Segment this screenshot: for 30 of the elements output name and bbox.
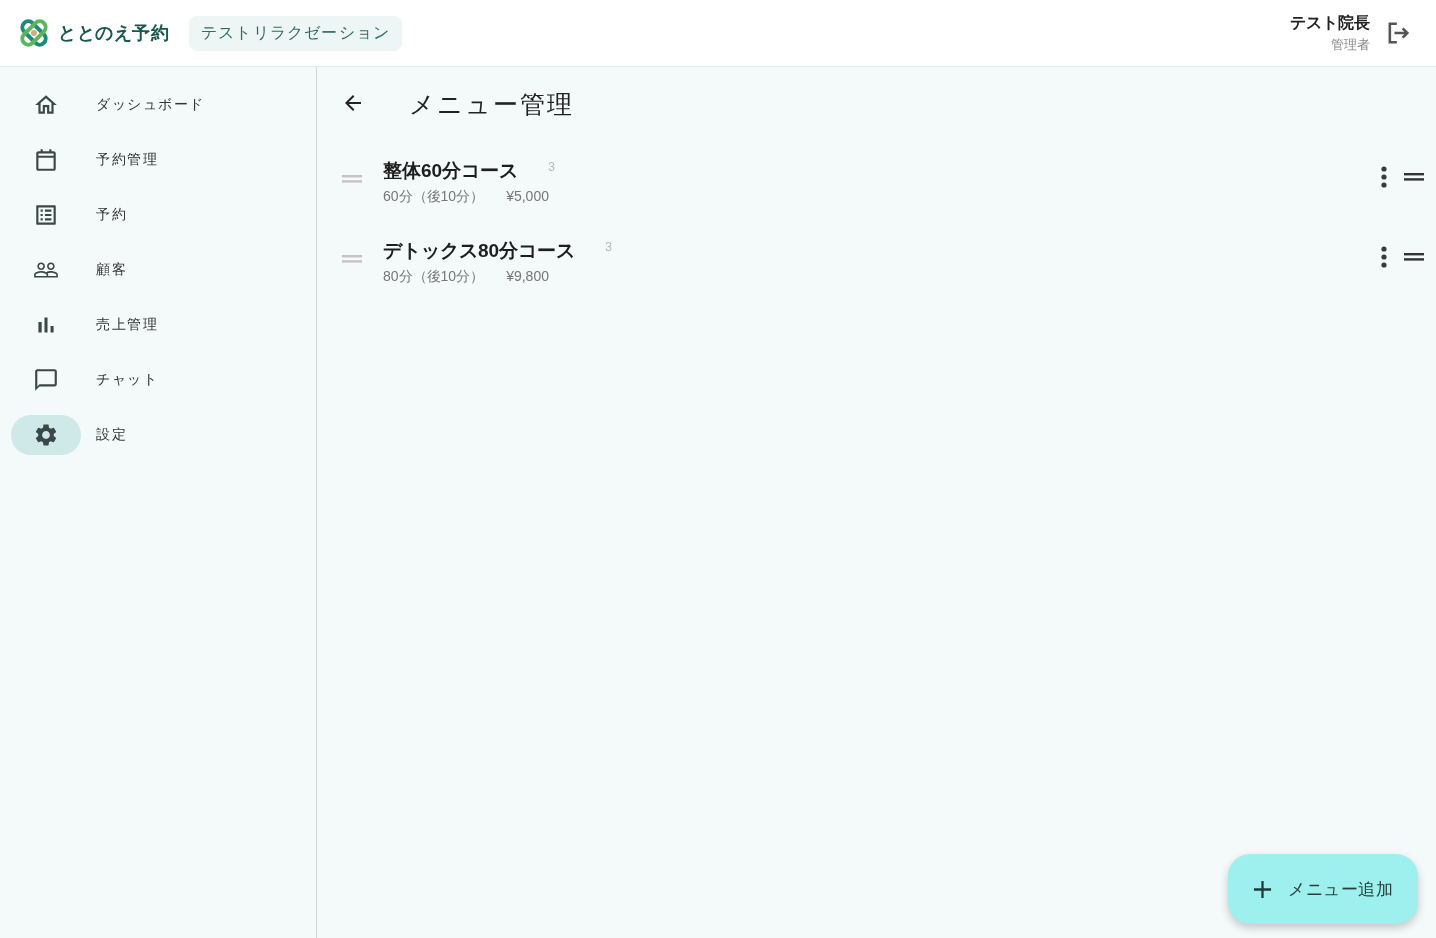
- more-vert-icon: [1381, 166, 1387, 188]
- page-title: メニュー管理: [409, 89, 574, 120]
- drag-handle-icon[interactable]: [1404, 173, 1424, 181]
- user-name: テスト院長: [1290, 13, 1370, 33]
- more-vert-icon: [1381, 246, 1387, 268]
- sidebar-item[interactable]: 設定: [0, 407, 316, 462]
- menu-title: デトックス80分コース: [383, 239, 576, 263]
- plus-icon: [1253, 879, 1272, 899]
- user-role: 管理者: [1331, 36, 1370, 54]
- drag-handle-icon[interactable]: [342, 255, 362, 263]
- drag-handle-icon[interactable]: [342, 175, 362, 183]
- sidebar-item[interactable]: 予約管理: [0, 132, 316, 187]
- menu-count: 3: [605, 239, 612, 255]
- menu-duration: 80分（後10分）: [383, 268, 485, 286]
- menu-title: 整体60分コース: [383, 159, 519, 183]
- more-button[interactable]: [1381, 166, 1387, 188]
- add-menu-button[interactable]: メニュー追加: [1228, 854, 1418, 924]
- shop-name-chip: テストリラクゼーション: [189, 15, 403, 51]
- drag-handle-icon[interactable]: [1404, 253, 1424, 261]
- logo-text: ととのえ予約: [58, 22, 169, 45]
- more-button[interactable]: [1381, 246, 1387, 268]
- sidebar-item[interactable]: 顧客: [0, 242, 316, 297]
- menu-duration: 60分（後10分）: [383, 188, 485, 206]
- sidebar-item[interactable]: チャット: [0, 352, 316, 407]
- sidebar-item[interactable]: 予約: [0, 187, 316, 242]
- menu-count: 3: [548, 159, 555, 175]
- sidebar-item[interactable]: ダッシュボード: [0, 77, 316, 132]
- sidebar-item[interactable]: 売上管理: [0, 297, 316, 352]
- menu-price: ¥5,000: [506, 188, 549, 206]
- menu-price: ¥9,800: [506, 268, 549, 286]
